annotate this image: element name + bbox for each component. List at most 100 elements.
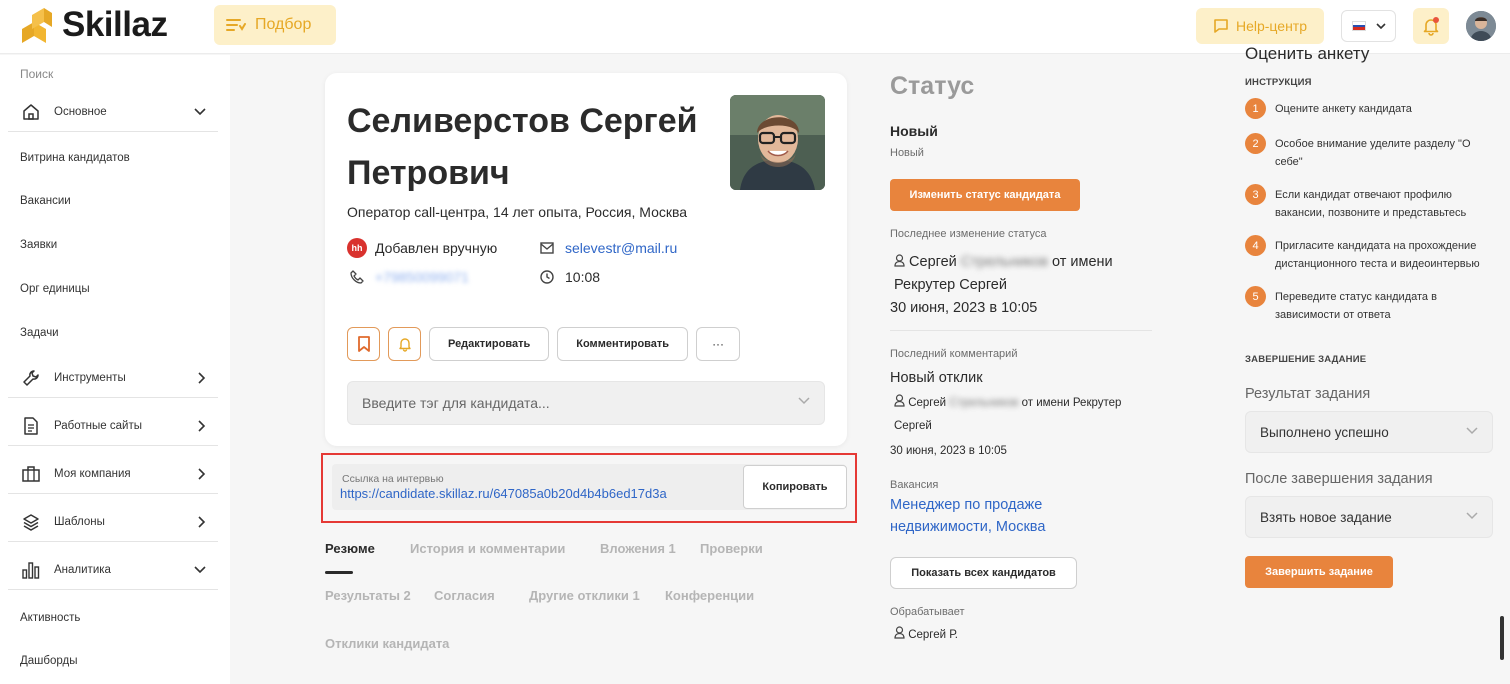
chevron-right-icon [198, 419, 206, 432]
vacancy-link[interactable]: Менеджер по продаже недвижимости, Москва [890, 494, 1045, 538]
status-changer: Сергей Стрельников от имени Рекрутер Сер… [894, 251, 1154, 296]
skillaz-logo[interactable]: Skillaz [18, 5, 168, 45]
chevron-down-icon [194, 565, 206, 573]
changer-last-name: Стрельников [960, 254, 1048, 270]
sidebar-group-instrumenty[interactable]: Инструменты [8, 358, 218, 398]
copy-link-button[interactable]: Копировать [743, 465, 847, 509]
sidebar-item-dashbordy[interactable]: Дашборды [8, 651, 218, 671]
candidate-phone-link[interactable]: +79850099071 [375, 269, 469, 285]
tab-other-responses[interactable]: Другие отклики 1 [529, 588, 640, 603]
chevron-down-icon [194, 107, 206, 115]
chevron-down-icon [1466, 427, 1478, 435]
help-center-button[interactable]: Help-центр [1196, 8, 1324, 44]
vacancy-link-line2: недвижимости, Москва [890, 519, 1046, 535]
sidebar-item-label: Вакансии [20, 195, 71, 207]
interview-link-url[interactable]: https://candidate.skillaz.ru/647085a0b20… [340, 486, 667, 501]
sidebar-item-org[interactable]: Орг единицы [8, 279, 218, 299]
sidebar-item-zayavki[interactable]: Заявки [8, 235, 218, 255]
step-text: Пригласите кандидата на прохождение диста… [1275, 240, 1480, 270]
last-status-change-caption: Последнее изменение статуса [890, 228, 1047, 240]
home-icon [20, 101, 42, 123]
phone-icon [347, 267, 367, 287]
reminder-button[interactable] [388, 327, 421, 361]
chevron-right-icon [198, 467, 206, 480]
show-all-candidates-button[interactable]: Показать всех кандидатов [890, 557, 1077, 589]
bookmark-icon [357, 336, 370, 352]
evaluate-heading: Оценить анкету [1245, 44, 1370, 63]
commenter-role: Сергей [894, 420, 932, 432]
sidebar-group-moya-kompaniya[interactable]: Моя компания [8, 454, 218, 494]
chevron-right-icon [198, 371, 206, 384]
candidate-source: hh Добавлен вручную [347, 238, 497, 258]
tab-checks[interactable]: Проверки [700, 541, 763, 556]
comment-date: 30 июня, 2023 в 10:05 [890, 445, 1007, 457]
changer-first-name: Сергей [909, 254, 957, 270]
candidate-email-link[interactable]: selevestr@mail.ru [565, 240, 677, 256]
more-actions-button[interactable]: ··· [696, 327, 741, 361]
current-status-sub: Новый [890, 147, 924, 159]
step-text: Оцените анкету кандидата [1275, 103, 1412, 115]
list-filter-icon [226, 19, 246, 31]
instruction-step: 4 Пригласите кандидата на прохождение дис… [1245, 235, 1495, 273]
sidebar-group-shablony[interactable]: Шаблоны [8, 502, 218, 542]
instruction-step: 3 Если кандидат отвечают профилю вакансии… [1245, 184, 1495, 222]
changer-role: Рекрутер Сергей [894, 277, 1007, 293]
commenter-suffix: от имени Рекрутер [1021, 397, 1122, 409]
tab-results[interactable]: Результаты 2 [325, 588, 411, 603]
tag-input[interactable]: Введите тэг для кандидата... [347, 381, 825, 425]
after-task-select[interactable]: Взять новое задание [1245, 496, 1493, 538]
commenter-last-name: Стрельников [949, 397, 1019, 409]
interview-link-caption: Ссылка на интервью [342, 473, 444, 485]
candidate-subtitle: Оператор call-центра, 14 лет опыта, Росс… [347, 204, 688, 220]
sidebar-item-vakansii[interactable]: Вакансии [8, 191, 218, 211]
help-center-label: Help-центр [1235, 18, 1308, 34]
finish-task-button[interactable]: Завершить задание [1245, 556, 1393, 588]
commenter: Сергей Стрельников от имени Рекрутер Сер… [894, 392, 1156, 437]
instruction-step: 2 Особое внимание уделите разделу "О себе… [1245, 133, 1495, 171]
candidate-card: Селиверстов Сергей Петрович Оператор cal… [325, 73, 847, 446]
notifications-button[interactable] [1413, 8, 1449, 44]
podbor-label: Подбор [255, 16, 312, 33]
tab-history[interactable]: История и комментарии [410, 541, 565, 556]
change-status-button[interactable]: Изменить статус кандидата [890, 179, 1080, 211]
chevron-down-icon [1466, 512, 1478, 520]
bookmark-button[interactable] [347, 327, 380, 361]
sidebar-group-analitika[interactable]: Аналитика [8, 550, 218, 590]
tab-consents[interactable]: Согласия [434, 588, 495, 603]
step-number: 4 [1245, 235, 1266, 256]
sidebar-item-label: Активность [20, 612, 81, 624]
russia-flag-icon [1351, 21, 1366, 31]
step-number: 1 [1245, 98, 1266, 119]
handler-name: Сергей Р. [908, 629, 958, 641]
page-scrollbar[interactable] [1500, 616, 1504, 660]
comment-button[interactable]: Комментировать [557, 327, 689, 361]
finish-task-caption: ЗАВЕРШЕНИЕ ЗАДАНИЕ [1245, 354, 1367, 365]
sidebar-search-label[interactable]: Поиск [20, 67, 53, 81]
skillaz-logo-icon [18, 5, 56, 45]
sidebar-item-aktivnost[interactable]: Активность [8, 608, 218, 628]
tab-candidate-responses[interactable]: Отклики кандидата [325, 636, 449, 651]
sidebar-item-label: Орг единицы [20, 283, 90, 295]
language-selector[interactable] [1341, 10, 1396, 42]
sidebar-group-rabochie-saity[interactable]: Работные сайты [8, 406, 218, 446]
vacancy-link-line1: Менеджер по продаже [890, 497, 1043, 513]
instruction-step: 1 Оцените анкету кандидата [1245, 98, 1495, 119]
tab-conferences[interactable]: Конференции [665, 588, 754, 603]
bell-icon [1423, 17, 1439, 36]
current-status: Новый [890, 123, 938, 139]
sidebar-group-osnovnoe[interactable]: Основное [8, 92, 218, 132]
chat-icon [1214, 19, 1228, 33]
tab-resume[interactable]: Резюме [325, 541, 375, 556]
tab-attachments[interactable]: Вложения 1 [600, 541, 676, 556]
candidate-time-row: 10:08 [537, 267, 600, 287]
task-result-select[interactable]: Выполнено успешно [1245, 411, 1493, 453]
user-avatar[interactable] [1466, 11, 1496, 41]
last-comment-text: Новый отклик [890, 370, 983, 386]
step-text: Если кандидат отвечают профилю вакансии, … [1275, 189, 1467, 219]
last-comment-caption: Последний комментарий [890, 348, 1018, 360]
sidebar-item-vitrina[interactable]: Витрина кандидатов [8, 148, 218, 168]
podbor-button[interactable]: Подбор [214, 5, 336, 45]
edit-button[interactable]: Редактировать [429, 327, 550, 361]
sidebar-item-zadachi[interactable]: Задачи [8, 323, 218, 343]
user-icon [894, 393, 905, 415]
